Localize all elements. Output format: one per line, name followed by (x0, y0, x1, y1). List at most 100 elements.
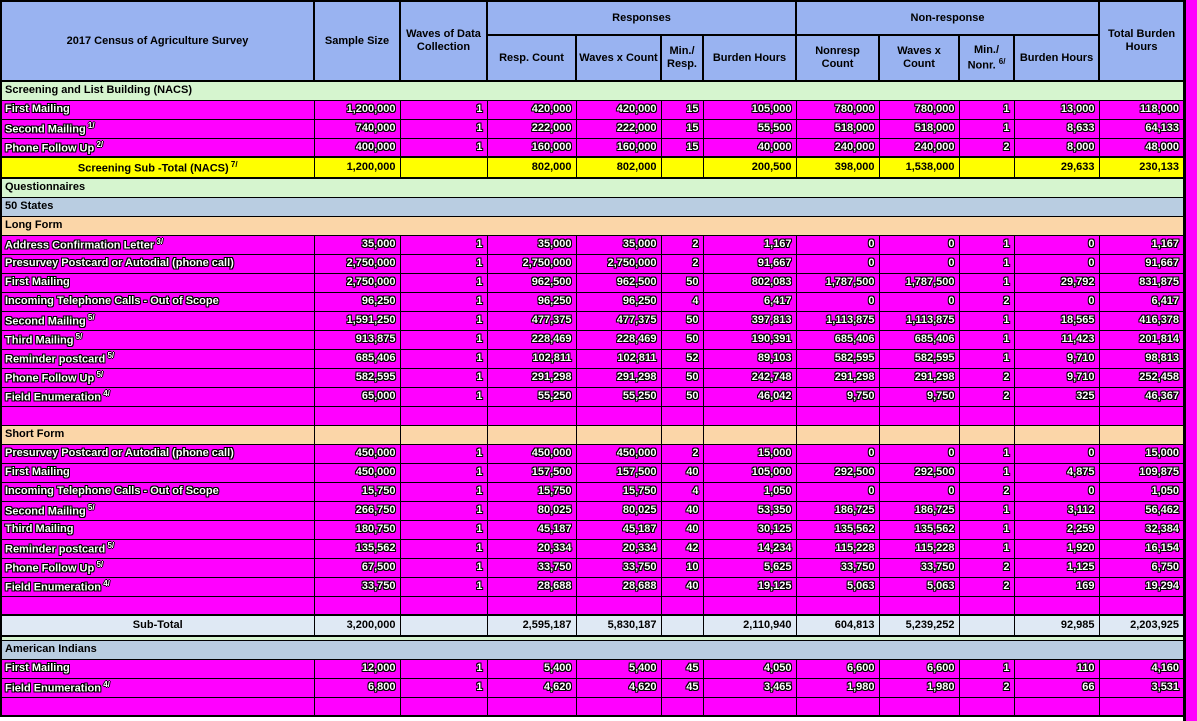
value-cell[interactable]: 740,000 (314, 119, 400, 138)
value-cell[interactable]: 2,595,187 (487, 615, 576, 636)
value-cell[interactable]: 5,830,187 (576, 615, 661, 636)
empty-cell[interactable] (1099, 406, 1184, 425)
value-cell[interactable]: 3,465 (703, 678, 796, 697)
section-header-cell[interactable]: Screening and List Building (NACS) (1, 81, 1184, 100)
value-cell[interactable]: 40 (661, 577, 703, 596)
value-cell[interactable]: 1,113,875 (796, 311, 879, 330)
empty-cell[interactable] (796, 425, 879, 444)
value-cell[interactable]: 6,417 (703, 292, 796, 311)
empty-cell[interactable] (314, 425, 400, 444)
value-cell[interactable]: 2 (959, 138, 1014, 157)
value-cell[interactable]: 96,250 (576, 292, 661, 311)
empty-cell[interactable] (703, 596, 796, 615)
empty-cell[interactable] (879, 697, 959, 716)
value-cell[interactable]: 0 (1014, 482, 1099, 501)
empty-cell[interactable] (1, 406, 314, 425)
value-cell[interactable]: 582,595 (879, 349, 959, 368)
value-cell[interactable]: 64,133 (1099, 119, 1184, 138)
value-cell[interactable]: 11,423 (1014, 330, 1099, 349)
row-label-cell[interactable]: Phone Follow Up 2/ (1, 138, 314, 157)
value-cell[interactable]: 160,000 (576, 138, 661, 157)
row-label-cell[interactable]: Screening Sub -Total (NACS) 7/ (1, 157, 314, 178)
header-resp-waves-x-count[interactable]: Waves x Count (576, 35, 661, 81)
value-cell[interactable]: 0 (1014, 254, 1099, 273)
value-cell[interactable]: 96,250 (487, 292, 576, 311)
value-cell[interactable]: 291,298 (879, 368, 959, 387)
value-cell[interactable]: 1 (959, 100, 1014, 119)
value-cell[interactable]: 102,811 (576, 349, 661, 368)
value-cell[interactable]: 291,298 (487, 368, 576, 387)
row-label-cell[interactable]: First Mailing (1, 659, 314, 678)
empty-cell[interactable] (1014, 425, 1099, 444)
value-cell[interactable]: 13,000 (1014, 100, 1099, 119)
row-label-cell[interactable]: Reminder postcard 5/ (1, 349, 314, 368)
value-cell[interactable] (400, 615, 487, 636)
value-cell[interactable]: 1 (959, 349, 1014, 368)
value-cell[interactable] (400, 157, 487, 178)
value-cell[interactable]: 0 (879, 482, 959, 501)
value-cell[interactable]: 1 (400, 119, 487, 138)
value-cell[interactable]: 3,112 (1014, 501, 1099, 520)
value-cell[interactable]: 1 (959, 539, 1014, 558)
value-cell[interactable]: 157,500 (576, 463, 661, 482)
empty-cell[interactable] (661, 596, 703, 615)
value-cell[interactable]: 4,620 (487, 678, 576, 697)
value-cell[interactable] (959, 615, 1014, 636)
value-cell[interactable]: 32,384 (1099, 520, 1184, 539)
header-nonresp-burden-hours[interactable]: Burden Hours (1014, 35, 1099, 81)
value-cell[interactable]: 19,125 (703, 577, 796, 596)
value-cell[interactable]: 1 (400, 349, 487, 368)
value-cell[interactable]: 604,813 (796, 615, 879, 636)
value-cell[interactable]: 1 (400, 254, 487, 273)
value-cell[interactable]: 48,000 (1099, 138, 1184, 157)
empty-cell[interactable] (796, 406, 879, 425)
empty-cell[interactable] (703, 406, 796, 425)
empty-cell[interactable] (314, 406, 400, 425)
value-cell[interactable]: 582,595 (796, 349, 879, 368)
value-cell[interactable]: 6,417 (1099, 292, 1184, 311)
value-cell[interactable]: 1 (400, 368, 487, 387)
value-cell[interactable]: 685,406 (879, 330, 959, 349)
value-cell[interactable]: 33,750 (879, 558, 959, 577)
value-cell[interactable]: 135,562 (796, 520, 879, 539)
value-cell[interactable]: 416,378 (1099, 311, 1184, 330)
value-cell[interactable]: 802,000 (576, 157, 661, 178)
value-cell[interactable]: 685,406 (796, 330, 879, 349)
value-cell[interactable]: 1 (400, 659, 487, 678)
value-cell[interactable]: 10 (661, 558, 703, 577)
value-cell[interactable]: 52 (661, 349, 703, 368)
value-cell[interactable]: 2 (661, 254, 703, 273)
value-cell[interactable]: 6,600 (796, 659, 879, 678)
empty-cell[interactable] (1014, 596, 1099, 615)
value-cell[interactable]: 266,750 (314, 501, 400, 520)
value-cell[interactable]: 135,562 (314, 539, 400, 558)
value-cell[interactable]: 180,750 (314, 520, 400, 539)
value-cell[interactable]: 5,400 (576, 659, 661, 678)
value-cell[interactable]: 5,063 (879, 577, 959, 596)
value-cell[interactable]: 0 (879, 235, 959, 254)
value-cell[interactable]: 80,025 (576, 501, 661, 520)
empty-cell[interactable] (314, 596, 400, 615)
value-cell[interactable]: 962,500 (576, 273, 661, 292)
value-cell[interactable]: 50 (661, 387, 703, 406)
value-cell[interactable]: 2,750,000 (487, 254, 576, 273)
value-cell[interactable]: 0 (1014, 292, 1099, 311)
header-nonresp-count[interactable]: Nonresp Count (796, 35, 879, 81)
value-cell[interactable]: 40 (661, 501, 703, 520)
value-cell[interactable]: 2 (959, 387, 1014, 406)
empty-cell[interactable] (576, 425, 661, 444)
value-cell[interactable]: 2,750,000 (576, 254, 661, 273)
value-cell[interactable]: 28,688 (576, 577, 661, 596)
empty-cell[interactable] (959, 697, 1014, 716)
value-cell[interactable]: 40,000 (703, 138, 796, 157)
value-cell[interactable]: 5,239,252 (879, 615, 959, 636)
empty-cell[interactable] (661, 406, 703, 425)
value-cell[interactable]: 450,000 (314, 444, 400, 463)
value-cell[interactable]: 2,110,940 (703, 615, 796, 636)
header-nonresponse-group[interactable]: Non-response (796, 1, 1099, 35)
value-cell[interactable]: 9,750 (796, 387, 879, 406)
empty-cell[interactable] (487, 425, 576, 444)
row-label-cell[interactable]: Presurvey Postcard or Autodial (phone ca… (1, 254, 314, 273)
empty-cell[interactable] (661, 697, 703, 716)
empty-cell[interactable] (400, 425, 487, 444)
